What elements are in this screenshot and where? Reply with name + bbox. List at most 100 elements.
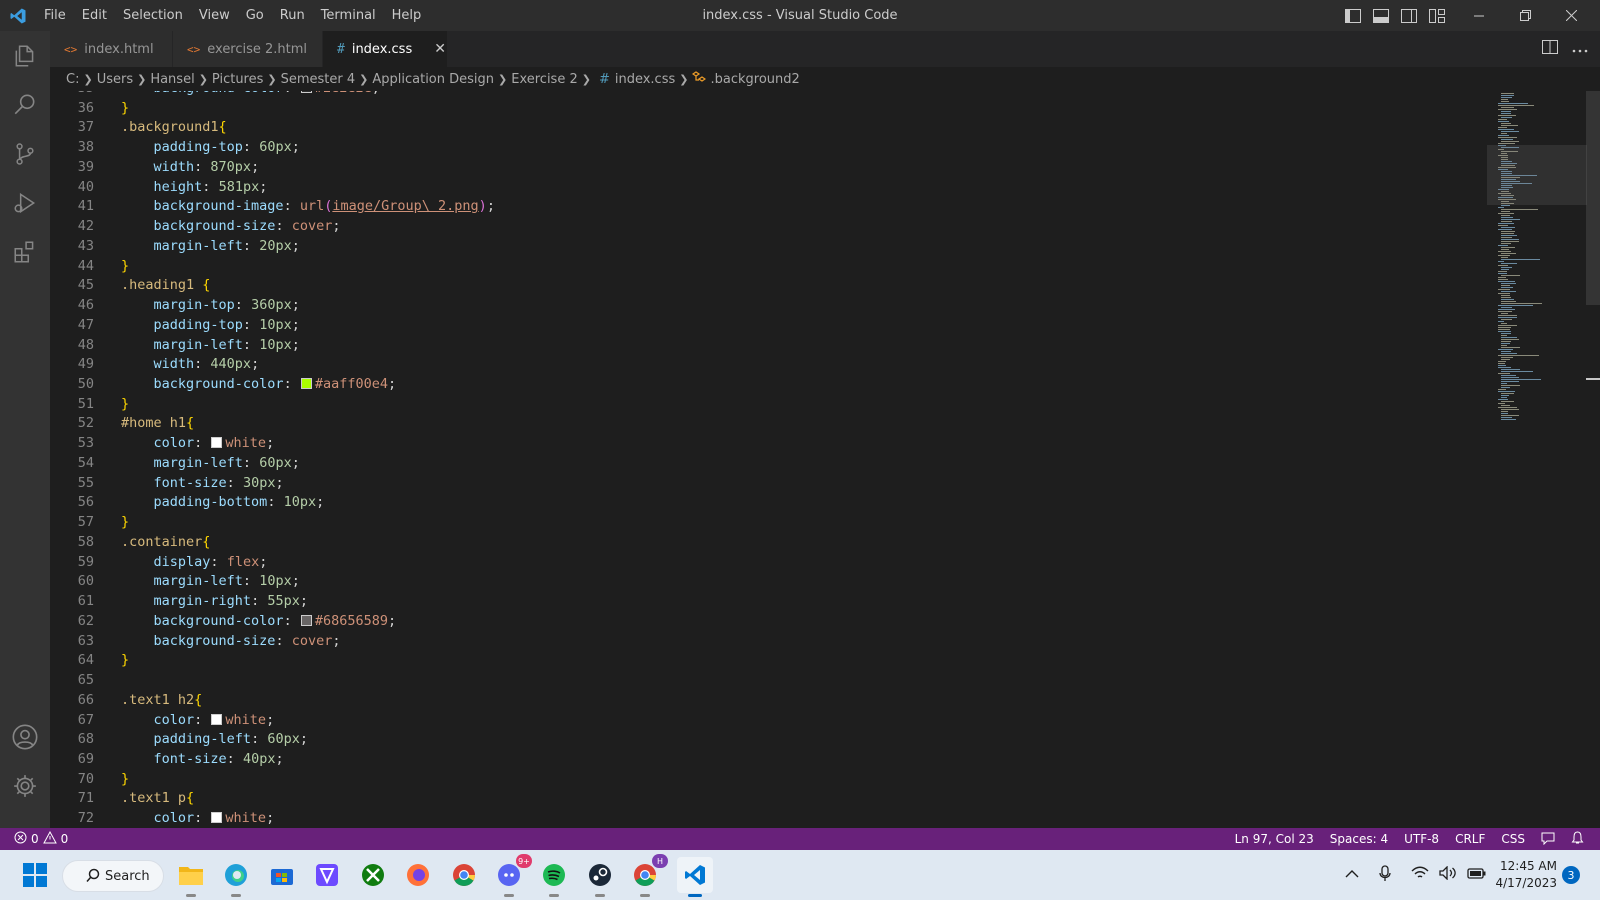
edge-icon[interactable] xyxy=(218,857,254,897)
feedback-icon[interactable] xyxy=(1533,831,1563,848)
discord-icon[interactable]: 9+ xyxy=(491,854,532,897)
search-icon[interactable] xyxy=(0,81,50,129)
run-debug-icon[interactable] xyxy=(0,179,50,227)
problems-indicator[interactable]: 0 0 xyxy=(0,830,68,847)
color-swatch[interactable] xyxy=(211,437,223,449)
code-line[interactable]: 41 background-image: url(image/Group\ 2.… xyxy=(50,197,1480,217)
minimize-icon[interactable] xyxy=(1456,0,1502,31)
toggle-panel-icon[interactable] xyxy=(1372,7,1390,25)
notifications-bell-icon[interactable] xyxy=(1563,830,1592,848)
breadcrumb-item[interactable]: Users xyxy=(97,72,133,87)
clock[interactable]: 12:45 AM 4/17/2023 xyxy=(1487,858,1557,892)
code-line[interactable]: 61 margin-right: 55px; xyxy=(50,592,1480,612)
color-swatch[interactable] xyxy=(300,614,312,626)
menu-run[interactable]: Run xyxy=(272,0,313,31)
menu-go[interactable]: Go xyxy=(238,0,272,31)
vscode-taskbar-icon[interactable] xyxy=(677,857,713,897)
microsoft-store-icon[interactable] xyxy=(264,857,300,893)
minimap-slider[interactable] xyxy=(1487,145,1587,205)
color-swatch[interactable] xyxy=(300,378,312,390)
code-line[interactable]: 59 display: flex; xyxy=(50,553,1480,573)
taskbar-search[interactable]: Search xyxy=(62,860,164,892)
code-line[interactable]: 67 color: white; xyxy=(50,711,1480,731)
tab-exercise-2-html[interactable]: <> exercise 2.html xyxy=(173,31,323,67)
more-actions-icon[interactable] xyxy=(1572,42,1588,57)
language-mode[interactable]: CSS xyxy=(1493,832,1533,846)
code-line[interactable]: 40 height: 581px; xyxy=(50,178,1480,198)
code-line[interactable]: 68 padding-left: 60px; xyxy=(50,730,1480,750)
code-line[interactable]: 42 background-size: cover; xyxy=(50,217,1480,237)
code-line[interactable]: 71 .text1 p{ xyxy=(50,789,1480,809)
code-editor[interactable]: 35 background-color: #2e2e2e;36}37.backg… xyxy=(50,91,1600,828)
color-swatch[interactable] xyxy=(211,812,223,824)
code-line[interactable]: 56 padding-bottom: 10px; xyxy=(50,493,1480,513)
menu-terminal[interactable]: Terminal xyxy=(313,0,384,31)
code-line[interactable]: 55 font-size: 30px; xyxy=(50,474,1480,494)
code-line[interactable]: 37 .background1{ xyxy=(50,118,1480,138)
firefox-icon[interactable] xyxy=(400,857,436,893)
code-line[interactable]: 60 margin-left: 10px; xyxy=(50,572,1480,592)
menu-edit[interactable]: Edit xyxy=(74,0,115,31)
accounts-icon[interactable] xyxy=(0,713,50,761)
breadcrumb-item[interactable]: Application Design xyxy=(372,72,494,87)
code-line[interactable]: 72 color: white; xyxy=(50,809,1480,828)
microphone-icon[interactable] xyxy=(1379,864,1391,886)
explorer-icon[interactable] xyxy=(0,32,50,80)
code-line[interactable]: 62 background-color: #68656589; xyxy=(50,612,1480,632)
code-line[interactable]: 63 background-size: cover; xyxy=(50,632,1480,652)
chevron-up-icon[interactable] xyxy=(1345,868,1359,883)
breadcrumb-item[interactable]: C: xyxy=(66,72,79,87)
close-tab-icon[interactable]: ✕ xyxy=(434,41,446,57)
code-line[interactable]: 35 background-color: #2e2e2e; xyxy=(50,91,1480,99)
encoding[interactable]: UTF-8 xyxy=(1396,832,1447,846)
split-editor-icon[interactable] xyxy=(1542,40,1558,58)
breadcrumb-symbol[interactable]: .background2 xyxy=(710,72,799,87)
code-line[interactable]: 38 padding-top: 60px; xyxy=(50,138,1480,158)
indentation[interactable]: Spaces: 4 xyxy=(1322,832,1396,846)
code-line[interactable]: 66 .text1 h2{ xyxy=(50,691,1480,711)
wifi-icon[interactable] xyxy=(1411,866,1429,884)
breadcrumb-file[interactable]: index.css xyxy=(615,72,675,87)
code-line[interactable]: 54 margin-left: 60px; xyxy=(50,454,1480,474)
chrome-profile-icon[interactable]: H xyxy=(627,854,668,897)
steam-icon[interactable] xyxy=(582,857,618,897)
menu-help[interactable]: Help xyxy=(384,0,430,31)
code-line[interactable]: 36} xyxy=(50,99,1480,119)
code-line[interactable]: 46 margin-top: 360px; xyxy=(50,296,1480,316)
breadcrumb-item[interactable]: Exercise 2 xyxy=(511,72,578,87)
source-control-icon[interactable] xyxy=(0,130,50,178)
close-window-icon[interactable] xyxy=(1548,0,1594,31)
toggle-secondary-sidebar-icon[interactable] xyxy=(1400,7,1418,25)
breadcrumb-item[interactable]: Pictures xyxy=(212,72,263,87)
file-explorer-icon[interactable] xyxy=(173,857,209,897)
code-line[interactable]: 43 margin-left: 20px; xyxy=(50,237,1480,257)
notification-center-badge[interactable]: 3 xyxy=(1562,866,1580,884)
code-line[interactable]: 52 #home h1{ xyxy=(50,414,1480,434)
proton-vpn-icon[interactable] xyxy=(309,857,345,893)
color-swatch[interactable] xyxy=(300,91,312,93)
volume-icon[interactable] xyxy=(1439,865,1457,884)
code-line[interactable]: 51} xyxy=(50,395,1480,415)
manage-gear-icon[interactable] xyxy=(0,762,50,810)
code-line[interactable]: 65 xyxy=(50,671,1480,691)
xbox-icon[interactable] xyxy=(355,857,391,893)
menu-view[interactable]: View xyxy=(191,0,238,31)
vertical-scrollbar[interactable] xyxy=(1586,91,1600,828)
breadcrumb-item[interactable]: Semester 4 xyxy=(281,72,356,87)
code-line[interactable]: 50 background-color: #aaff00e4; xyxy=(50,375,1480,395)
color-swatch[interactable] xyxy=(211,713,223,725)
menu-file[interactable]: File xyxy=(36,0,74,31)
code-line[interactable]: 70} xyxy=(50,770,1480,790)
code-line[interactable]: 48 margin-left: 10px; xyxy=(50,336,1480,356)
code-line[interactable]: 57} xyxy=(50,513,1480,533)
code-line[interactable]: 69 font-size: 40px; xyxy=(50,750,1480,770)
code-line[interactable]: 49 width: 440px; xyxy=(50,355,1480,375)
code-line[interactable]: 47 padding-top: 10px; xyxy=(50,316,1480,336)
toggle-primary-sidebar-icon[interactable] xyxy=(1344,7,1362,25)
code-line[interactable]: 45 .heading1 { xyxy=(50,276,1480,296)
spotify-icon[interactable] xyxy=(536,857,572,897)
chrome-icon[interactable] xyxy=(446,857,482,893)
battery-icon[interactable] xyxy=(1467,866,1487,884)
scrollbar-thumb[interactable] xyxy=(1586,91,1600,305)
line-ending[interactable]: CRLF xyxy=(1447,832,1493,846)
